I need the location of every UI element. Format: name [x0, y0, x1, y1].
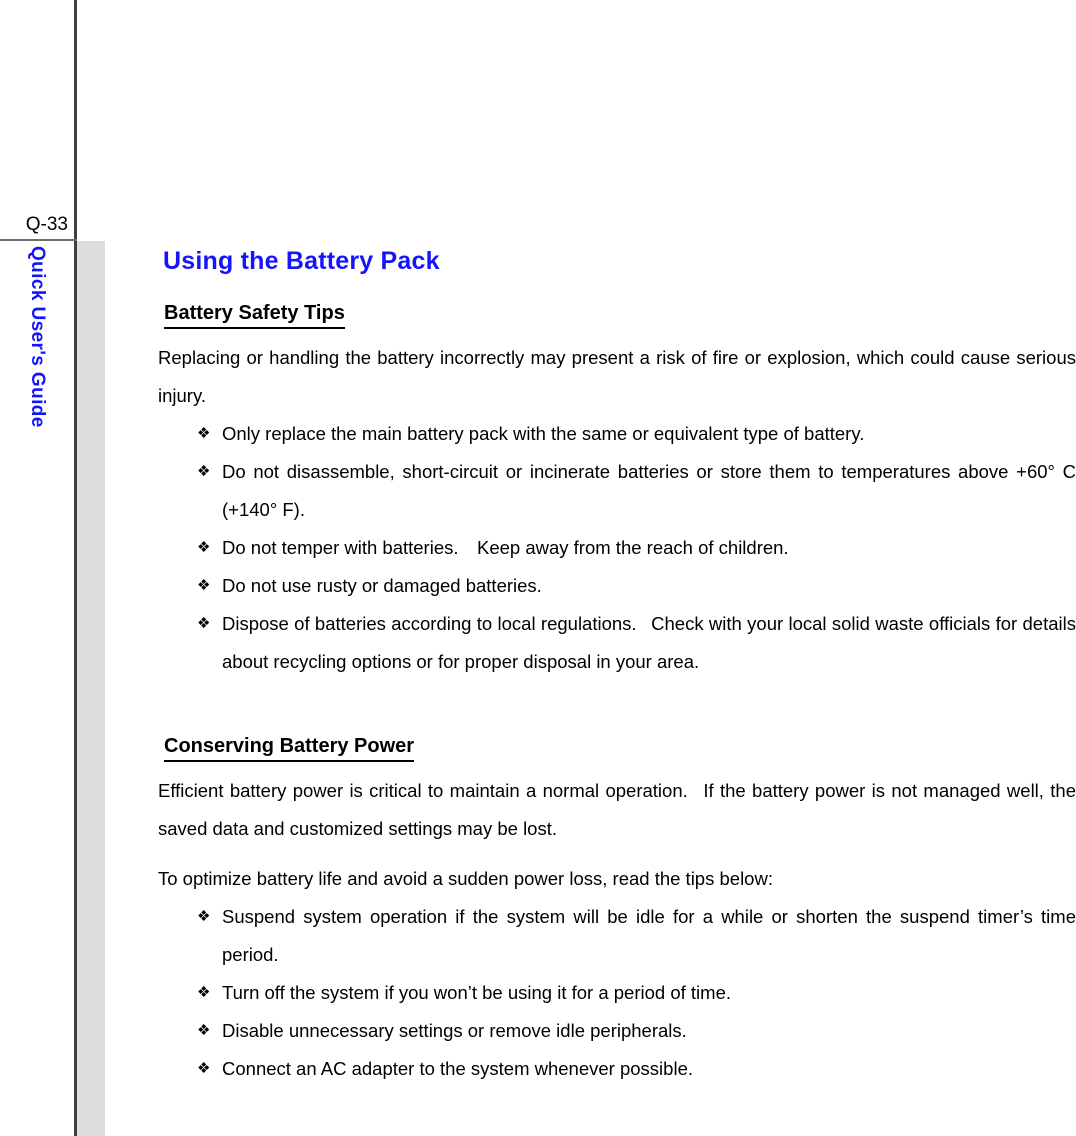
side-title-container: Quick User's Guide	[0, 246, 74, 646]
diamond-bullet-icon: ❖	[197, 1022, 211, 1039]
safety-tips-list: ❖ Only replace the main battery pack wit…	[158, 415, 1076, 681]
list-item-text: Do not use rusty or damaged batteries.	[222, 575, 542, 596]
list-item: ❖ Suspend system operation if the system…	[158, 898, 1076, 974]
section-heading-row: Conserving Battery Power	[158, 733, 1076, 766]
section-heading: Battery Safety Tips	[164, 300, 345, 329]
list-item-text: Connect an AC adapter to the system when…	[222, 1058, 693, 1079]
header-divider-rule	[0, 239, 77, 241]
page-number: Q-33	[25, 214, 68, 235]
list-item: ❖ Do not temper with batteries. Keep awa…	[158, 529, 1076, 567]
list-item-text: Turn off the system if you won’t be usin…	[222, 982, 731, 1003]
section-conserving-battery-power: Conserving Battery Power Efficient batte…	[158, 733, 1076, 1088]
section-intro-paragraph: Efficient battery power is critical to m…	[158, 780, 1076, 839]
document-page: Q-33 Quick User's Guide Using the Batter…	[0, 0, 1076, 1136]
list-item: ❖ Only replace the main battery pack wit…	[158, 415, 1076, 453]
diamond-bullet-icon: ❖	[197, 984, 211, 1001]
list-item: ❖ Disable unnecessary settings or remove…	[158, 1012, 1076, 1050]
page-content: Using the Battery Pack Battery Safety Ti…	[158, 246, 1076, 1088]
list-item-text: Dispose of batteries according to local …	[222, 613, 1076, 672]
diamond-bullet-icon: ❖	[197, 425, 211, 442]
list-item: ❖ Dispose of batteries according to loca…	[158, 605, 1076, 681]
list-item-text: Do not temper with batteries. Keep away …	[222, 537, 789, 558]
list-item-text: Disable unnecessary settings or remove i…	[222, 1020, 687, 1041]
page-title: Using the Battery Pack	[163, 247, 440, 275]
list-item: ❖ Connect an AC adapter to the system wh…	[158, 1050, 1076, 1088]
tips-lead-in-paragraph: To optimize battery life and avoid a sud…	[158, 868, 773, 889]
section-intro-paragraph: Replacing or handling the battery incorr…	[158, 347, 1076, 406]
section-battery-safety-tips: Battery Safety Tips Replacing or handlin…	[158, 300, 1076, 681]
list-item: ❖ Turn off the system if you won’t be us…	[158, 974, 1076, 1012]
diamond-bullet-icon: ❖	[197, 1060, 211, 1077]
diamond-bullet-icon: ❖	[197, 615, 211, 632]
list-item-text: Do not disassemble, short-circuit or inc…	[222, 461, 1076, 520]
diamond-bullet-icon: ❖	[197, 539, 211, 556]
list-item-text: Suspend system operation if the system w…	[222, 906, 1076, 965]
list-item-text: Only replace the main battery pack with …	[222, 423, 865, 444]
list-item: ❖ Do not disassemble, short-circuit or i…	[158, 453, 1076, 529]
list-item: ❖ Do not use rusty or damaged batteries.	[158, 567, 1076, 605]
diamond-bullet-icon: ❖	[197, 463, 211, 480]
section-heading-row: Battery Safety Tips	[158, 300, 1076, 333]
diamond-bullet-icon: ❖	[197, 908, 211, 925]
section-heading: Conserving Battery Power	[164, 733, 415, 762]
power-tips-list: ❖ Suspend system operation if the system…	[158, 898, 1076, 1088]
margin-gray-band	[77, 241, 105, 1136]
diamond-bullet-icon: ❖	[197, 577, 211, 594]
side-title-quick-users-guide: Quick User's Guide	[27, 246, 48, 428]
